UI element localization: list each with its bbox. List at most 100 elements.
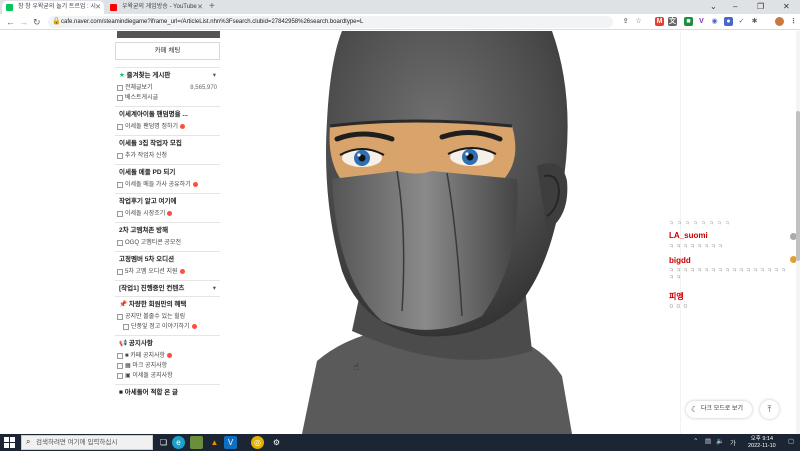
board-label: ▦ 마크 공지사항 <box>125 363 168 369</box>
browser-tab-cafe[interactable]: 창 창 우왁굳의 놀기 트르업 : 시 ✕ <box>2 1 104 14</box>
board-section-header[interactable]: 이세돌 메들 PD 되기 <box>115 164 220 180</box>
board-section-header[interactable]: ■ 아세돌어 적합 온 글 <box>115 384 220 400</box>
board-item[interactable]: 이세돌 메들 가사 공유하기 <box>115 180 220 190</box>
share-icon[interactable]: ⇪ <box>621 17 630 26</box>
chevron-down-icon[interactable]: ▾ <box>213 68 216 84</box>
board-label: 5차 고멤 오디션 지원 <box>125 269 178 275</box>
new-tab-icon[interactable]: + <box>209 0 215 13</box>
new-badge-icon <box>192 181 198 187</box>
notices-header[interactable]: 📢 공지사항 <box>115 335 220 351</box>
members-benefit-header[interactable]: 📌 차량한 회원만의 혜택 <box>115 296 220 312</box>
taskbar-search-placeholder: 검색하려면 여기에 입력하십시 <box>36 439 118 446</box>
extension-green-icon[interactable]: ■ <box>684 17 693 26</box>
extension-blue-icon[interactable]: ● <box>724 17 733 26</box>
task-view-icon[interactable]: ❏ <box>157 436 170 449</box>
chat-username[interactable]: 피엥 <box>669 291 684 302</box>
pin-icon: 📌 <box>119 301 128 308</box>
extension-v-icon[interactable]: V <box>697 17 706 26</box>
board-section-header[interactable]: 고정멤버 5차 오디션 <box>115 251 220 267</box>
group-title: [작업1] 진행중인 컨텐츠 <box>119 285 185 292</box>
post-count: 8,565,970 <box>190 85 217 91</box>
network-icon[interactable]: ▤ <box>705 437 711 445</box>
scroll-to-top-button[interactable]: ⤒ <box>760 400 779 419</box>
board-item[interactable]: 이세돌 시장조기 <box>115 209 220 219</box>
back-arrow-icon[interactable]: ← <box>6 15 15 29</box>
extensions-puzzle-icon[interactable]: ✱ <box>750 17 759 26</box>
board-section-header[interactable]: 2차 고멤쳐존 방해 <box>115 222 220 238</box>
windows-taskbar: ⌕ 검색하려면 여기에 입력하십시 ❏ e ▲ V ◎ ⚙ ⌃ ▤ 🔈 가 오후… <box>0 434 800 451</box>
board-item[interactable]: 추가 작업자 신청 <box>115 151 220 161</box>
write-post-button[interactable] <box>117 31 220 38</box>
minecraft-icon[interactable] <box>190 436 203 449</box>
close-window-icon[interactable]: ✕ <box>783 0 790 13</box>
board-section-header[interactable]: 작업후기 알고 여기에 <box>115 193 220 209</box>
chat-previous-message: ㅋ ㅋ ㅋ ㅋ ㅋ ㅋ ㅋ ㅋ <box>669 221 731 227</box>
group-header[interactable]: [작업1] 진행중인 컨텐츠 ▾ <box>115 280 220 296</box>
browser-tab-youtube[interactable]: 우왁굳의 게임방송 - YouTube ✕ <box>106 1 206 14</box>
settings-gear-icon[interactable]: ⚙ <box>270 436 283 449</box>
favorites-header[interactable]: ★ 즐겨찾는 게시판 ▾ <box>115 67 220 83</box>
board-item[interactable]: ▣ 이세돌 공지사항 <box>115 371 220 381</box>
new-badge-icon <box>191 323 197 329</box>
profile-avatar-icon[interactable] <box>775 17 784 26</box>
tab-close-icon[interactable]: ✕ <box>197 1 203 14</box>
vertical-scrollbar[interactable] <box>796 31 800 434</box>
visual-studio-code-icon[interactable]: V <box>224 436 237 449</box>
board-label: OGQ 고멤티콘 공모전 <box>125 240 181 246</box>
board-icon <box>117 353 123 359</box>
browser-tab-strip: 창 창 우왁굳의 놀기 트르업 : 시 ✕ 우왁굳의 게임방송 - YouTub… <box>0 0 800 14</box>
scrollbar-thumb[interactable] <box>796 111 800 261</box>
edge-icon[interactable]: e <box>172 436 185 449</box>
extension-circle-icon[interactable]: ◉ <box>710 17 719 26</box>
chat-username[interactable]: LA_suomi <box>669 231 708 240</box>
chat-message: ㅋ ㅋ ㅋ ㅋ ㅋ ㅋ ㅋ ㅋ ㅋ ㅋ ㅋ ㅋ ㅋ ㅋ ㅋ ㅋ ㅋ ㅋ ㅋ <box>669 268 786 281</box>
vlc-icon[interactable]: ▲ <box>208 436 221 449</box>
board-item[interactable]: OGQ 고멤티콘 공모전 <box>115 238 220 248</box>
notification-icon[interactable]: ▢ <box>788 437 794 445</box>
board-item[interactable]: ■ 카페 공지사항 <box>115 351 220 361</box>
reload-icon[interactable]: ↻ <box>33 15 41 29</box>
board-item[interactable]: 이세돌 팬덤명 정하기 <box>115 122 220 132</box>
browser-toolbar: ← → ↻ 🔒 cafe.naver.com/steamindiegame?if… <box>0 14 800 30</box>
masked-figure-illustration <box>302 31 572 434</box>
board-label: 추가 작업자 신청 <box>125 153 167 159</box>
board-label: 베스트게시글 <box>125 95 159 101</box>
board-label: ▣ 이세돌 공지사항 <box>125 373 173 379</box>
forward-arrow-icon[interactable]: → <box>19 15 28 29</box>
ime-mode-icon[interactable]: 가 <box>730 437 736 447</box>
content-area <box>232 31 680 434</box>
maximize-icon[interactable]: ❐ <box>757 0 764 13</box>
board-section-header[interactable]: 이세돌 3집 작업자 모집 <box>115 135 220 151</box>
board-item[interactable]: 단풍잎 정고 이야기하기 <box>115 322 220 332</box>
chrome-icon[interactable]: ◎ <box>251 436 264 449</box>
taskbar-clock[interactable]: 오후 9:14 2022-11-10 <box>748 436 776 449</box>
board-item[interactable]: 베스트게시글 <box>115 93 220 103</box>
board-item[interactable]: 전체글보기 8,565,970 <box>115 83 220 93</box>
address-bar[interactable]: 🔒 cafe.naver.com/steamindiegame?iframe_u… <box>48 16 613 28</box>
extension-translate-icon[interactable]: 文 <box>668 17 677 26</box>
tab-search-chevron-icon[interactable]: ⌄ <box>710 0 717 13</box>
chevron-down-icon[interactable]: ▾ <box>213 281 216 297</box>
new-badge-icon <box>167 210 173 216</box>
tab-title: 창 창 우왁굳의 놀기 트르업 : 시 <box>18 4 96 10</box>
extension-gmail-icon[interactable]: M <box>655 17 664 26</box>
board-section-header[interactable]: 이세계아이돌 팬덤명을 ... <box>115 106 220 122</box>
taskbar-search-box[interactable]: ⌕ 검색하려면 여기에 입력하십시 <box>21 435 153 450</box>
board-item[interactable]: 5차 고멤 오디션 지원 <box>115 267 220 277</box>
volume-icon[interactable]: 🔈 <box>716 437 724 445</box>
tab-close-icon[interactable]: ✕ <box>95 1 101 14</box>
cafe-chat-button[interactable]: 카페 채팅 <box>115 42 220 60</box>
bookmark-star-icon[interactable]: ☆ <box>634 17 643 26</box>
minimize-icon[interactable]: – <box>733 0 737 13</box>
extension-check-icon[interactable]: ✓ <box>737 17 746 26</box>
search-icon: ⌕ <box>26 437 31 446</box>
board-item[interactable]: ▦ 마크 공지사항 <box>115 361 220 371</box>
board-icon <box>117 373 123 379</box>
dark-mode-button[interactable]: ☾ 다크 모드로 보기 <box>686 401 752 418</box>
tray-chevron-up-icon[interactable]: ⌃ <box>693 437 698 445</box>
board-item[interactable]: 공지만 볼줄수 있는 힐링 <box>115 312 220 322</box>
board-icon <box>117 95 123 101</box>
chat-username[interactable]: bigdd <box>669 256 691 265</box>
browser-menu-icon[interactable]: ⋮ <box>789 17 798 26</box>
windows-start-icon[interactable] <box>4 437 15 448</box>
